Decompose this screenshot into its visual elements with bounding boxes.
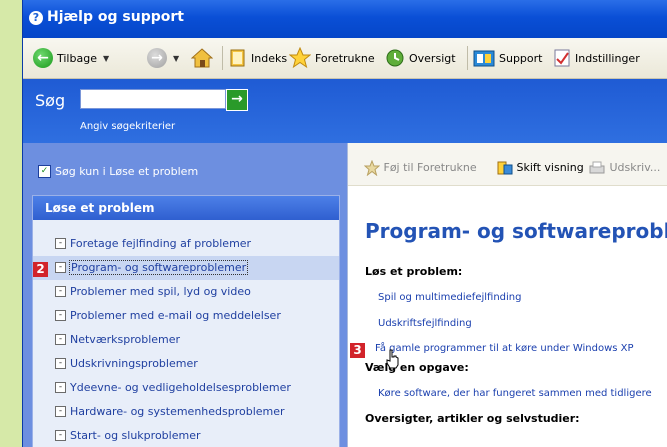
bullet-box-icon: - xyxy=(55,238,66,249)
list-item[interactable]: - Problemer med e-mail og meddelelser xyxy=(33,304,339,328)
add-favorite-label: Føj til Foretrukne xyxy=(383,161,477,174)
printer-icon xyxy=(589,161,605,174)
search-band: Søg → Angiv søgekriterier xyxy=(23,79,667,143)
history-button[interactable]: Oversigt xyxy=(385,47,456,69)
options-label: Indstillinger xyxy=(575,51,640,65)
history-icon xyxy=(386,49,404,67)
topic-link[interactable]: Udskrivningsproblemer xyxy=(70,357,198,370)
filter-row[interactable]: ✓ Søg kun i Løse et problem xyxy=(23,159,347,183)
chevron-down-icon[interactable]: ▼ xyxy=(173,54,179,63)
bullet-box-icon: - xyxy=(55,382,66,393)
topic-link[interactable]: Netværksproblemer xyxy=(70,333,180,346)
list-item[interactable]: - Udskrivningsproblemer xyxy=(33,352,339,376)
support-label: Support xyxy=(499,51,543,65)
back-arrow-icon: ← xyxy=(33,48,53,68)
print-button[interactable]: Udskriv... xyxy=(588,160,660,176)
list-item[interactable]: - Start- og slukproblemer xyxy=(33,424,339,447)
topic-list: - Foretage fejlfinding af problemer - Pr… xyxy=(33,232,339,447)
home-button[interactable] xyxy=(191,47,213,69)
link-print-troubleshooter[interactable]: Udskriftsfejlfinding xyxy=(378,318,472,329)
favorites-label: Foretrukne xyxy=(315,51,375,65)
toolbar-separator xyxy=(222,46,223,70)
bullet-box-icon: - xyxy=(55,286,66,297)
toolbar: ← Tilbage ▼ → ▼ Indeks Foretrukne Oversi… xyxy=(23,38,667,79)
list-item[interactable]: - Hardware- og systemenhedsproblemer xyxy=(33,400,339,424)
index-button[interactable]: Indeks xyxy=(229,47,287,69)
section-heading: Løs et problem: xyxy=(365,265,463,278)
toolbar-separator xyxy=(467,46,468,70)
back-button[interactable]: ← Tilbage ▼ xyxy=(33,47,109,69)
filter-label: Søg kun i Løse et problem xyxy=(55,165,199,178)
left-pane: ✓ Søg kun i Løse et problem Løse et prob… xyxy=(23,143,347,447)
list-item[interactable]: - Program- og softwareproblemer xyxy=(33,256,339,280)
home-icon xyxy=(191,48,213,68)
bullet-box-icon: - xyxy=(55,358,66,369)
index-label: Indeks xyxy=(251,51,288,65)
change-view-button[interactable]: Skift visning xyxy=(497,160,584,176)
link-old-programs[interactable]: Få gamle programmer til at køre under Wi… xyxy=(375,343,634,354)
change-view-icon xyxy=(497,161,513,175)
topic-link[interactable]: Ydeevne- og vedligeholdelsesproblemer xyxy=(70,381,291,394)
change-view-label: Skift visning xyxy=(516,161,584,174)
list-item[interactable]: - Ydeevne- og vedligeholdelsesproblemer xyxy=(33,376,339,400)
filter-checkbox[interactable]: ✓ xyxy=(38,165,51,178)
star-icon xyxy=(364,160,380,176)
bullet-box-icon: - xyxy=(55,334,66,345)
section-heading: Oversigter, artikler og selvstudier: xyxy=(365,412,580,425)
book-icon xyxy=(230,49,245,67)
hand-cursor-icon xyxy=(386,349,399,369)
problem-panel: Løse et problem - Foretage fejlfinding a… xyxy=(32,195,340,447)
callout-badge: 2 xyxy=(33,262,48,277)
topic-link[interactable]: Hardware- og systemenhedsproblemer xyxy=(70,405,285,418)
search-label: Søg xyxy=(35,91,66,110)
add-favorite-button[interactable]: Føj til Foretrukne xyxy=(364,160,477,176)
content-toolbar: Føj til Foretrukne Skift visning Udskriv… xyxy=(348,143,667,186)
forward-button[interactable]: → ▼ xyxy=(147,47,179,69)
help-window: ? Hjælp og support ← Tilbage ▼ → ▼ Indek… xyxy=(22,0,667,447)
search-hint: Angiv søgekriterier xyxy=(80,121,176,132)
favorites-button[interactable]: Foretrukne xyxy=(289,47,375,69)
topic-link[interactable]: Problemer med spil, lyd og video xyxy=(70,285,251,298)
link-compat-mode[interactable]: Køre software, der har fungeret sammen m… xyxy=(378,388,652,399)
support-icon xyxy=(473,50,495,67)
callout-badge: 3 xyxy=(350,343,365,358)
back-label: Tilbage xyxy=(57,51,97,65)
print-label: Udskriv... xyxy=(609,161,661,174)
link-games-troubleshooter[interactable]: Spil og multimediefejlfinding xyxy=(378,292,521,303)
page-title: Program- og softwareproble xyxy=(365,219,667,243)
content-area: Program- og softwareproble Løs et proble… xyxy=(348,185,667,447)
help-icon: ? xyxy=(29,11,43,25)
search-input[interactable] xyxy=(80,89,226,109)
list-item[interactable]: - Problemer med spil, lyd og video xyxy=(33,280,339,304)
bullet-box-icon: - xyxy=(55,310,66,321)
chevron-down-icon[interactable]: ▼ xyxy=(103,54,109,63)
bullet-box-icon: - xyxy=(55,262,66,273)
topic-link[interactable]: Problemer med e-mail og meddelelser xyxy=(70,309,281,322)
panel-title: Løse et problem xyxy=(33,196,339,220)
topic-link[interactable]: Foretage fejlfinding af problemer xyxy=(70,237,251,250)
support-button[interactable]: Support xyxy=(473,47,542,69)
options-icon xyxy=(554,49,570,67)
topic-link[interactable]: Start- og slukproblemer xyxy=(70,429,200,442)
search-go-button[interactable]: → xyxy=(226,89,248,111)
section-heading: Vælg en opgave: xyxy=(365,361,469,374)
list-item[interactable]: - Netværksproblemer xyxy=(33,328,339,352)
title-bar: ? Hjælp og support xyxy=(23,0,667,38)
window-title: Hjælp og support xyxy=(47,9,184,25)
bullet-box-icon: - xyxy=(55,430,66,441)
forward-arrow-icon: → xyxy=(147,48,167,68)
list-item[interactable]: - Foretage fejlfinding af problemer xyxy=(33,232,339,256)
history-label: Oversigt xyxy=(409,51,456,65)
bullet-box-icon: - xyxy=(55,406,66,417)
content-pane: Føj til Foretrukne Skift visning Udskriv… xyxy=(347,143,667,447)
star-icon xyxy=(289,47,311,69)
options-button[interactable]: Indstillinger xyxy=(553,47,640,69)
topic-link[interactable]: Program- og softwareproblemer xyxy=(69,260,249,275)
